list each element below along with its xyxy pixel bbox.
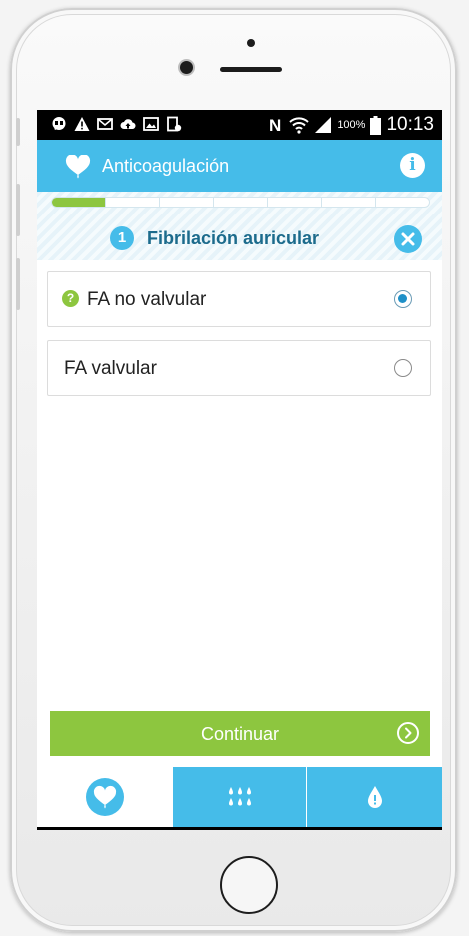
notification-icons bbox=[51, 116, 182, 132]
nfc-icon: N bbox=[269, 116, 281, 134]
proximity-sensor bbox=[247, 39, 255, 47]
continue-button[interactable]: Continuar bbox=[50, 711, 430, 756]
question-icon[interactable]: ? bbox=[62, 290, 79, 307]
volume-up-button bbox=[16, 184, 20, 236]
progress-segment bbox=[376, 198, 429, 207]
battery-icon bbox=[370, 115, 382, 135]
clock: 10:13 bbox=[386, 114, 434, 135]
wifi-icon bbox=[289, 117, 310, 134]
signal-icon bbox=[315, 117, 332, 133]
warning-icon bbox=[74, 117, 90, 131]
progress-segment bbox=[322, 198, 376, 207]
progress-strip bbox=[37, 192, 442, 214]
mail-icon bbox=[97, 118, 113, 130]
option-fa-valvular[interactable]: FA valvular bbox=[47, 340, 431, 396]
battery-percent: 100% bbox=[337, 119, 366, 131]
front-camera bbox=[180, 61, 193, 74]
drop-alert-icon bbox=[367, 786, 382, 808]
continue-label: Continuar bbox=[200, 724, 280, 744]
tab-drops[interactable] bbox=[173, 767, 307, 827]
mute-switch bbox=[16, 118, 20, 146]
chat-icon bbox=[52, 117, 66, 130]
step-number-badge: 1 bbox=[110, 226, 134, 250]
progress-segment bbox=[160, 198, 214, 207]
screenshot-icon bbox=[167, 116, 182, 132]
image-icon bbox=[143, 117, 159, 131]
home-button[interactable] bbox=[220, 856, 278, 914]
tab-anticoagulacion[interactable] bbox=[37, 767, 173, 827]
option-label: FA no valvular bbox=[87, 289, 207, 310]
app-title: Anticoagulación bbox=[102, 156, 230, 176]
info-icon[interactable]: i bbox=[400, 153, 425, 178]
radio-button[interactable] bbox=[394, 290, 412, 308]
drops-grid-icon bbox=[228, 787, 251, 806]
earpiece-speaker bbox=[220, 67, 282, 72]
progress-segment-done bbox=[52, 198, 106, 207]
options-panel: ? FA no valvular FA valvular bbox=[37, 260, 442, 767]
tab-alert[interactable] bbox=[307, 767, 442, 827]
step-title: Fibrilación auricular bbox=[147, 228, 320, 248]
heart-drop-icon bbox=[65, 155, 91, 179]
app-bar: Anticoagulación i bbox=[37, 140, 442, 192]
progress-segment bbox=[106, 198, 160, 207]
radio-button[interactable] bbox=[394, 359, 412, 377]
heart-drop-icon bbox=[86, 778, 124, 816]
progress-segment bbox=[268, 198, 322, 207]
option-label: FA valvular bbox=[64, 358, 157, 379]
step-progress-bar bbox=[51, 197, 430, 208]
system-icons: N 100% 10:13 bbox=[268, 114, 434, 136]
bottom-tab-bar bbox=[37, 767, 442, 827]
step-header: 1 Fibrilación auricular bbox=[37, 214, 442, 260]
close-icon[interactable] bbox=[394, 225, 422, 253]
volume-down-button bbox=[16, 258, 20, 310]
status-bar: N 100% 10:13 bbox=[37, 110, 442, 140]
cloud-upload-icon bbox=[120, 119, 136, 130]
progress-segment bbox=[214, 198, 268, 207]
svg-text:N: N bbox=[269, 116, 281, 134]
phone-screen: N 100% 10:13 Anticoagulación i 1 Fibrila… bbox=[37, 110, 442, 830]
option-fa-no-valvular[interactable]: ? FA no valvular bbox=[47, 271, 431, 327]
chevron-right-circle-icon bbox=[397, 722, 419, 744]
